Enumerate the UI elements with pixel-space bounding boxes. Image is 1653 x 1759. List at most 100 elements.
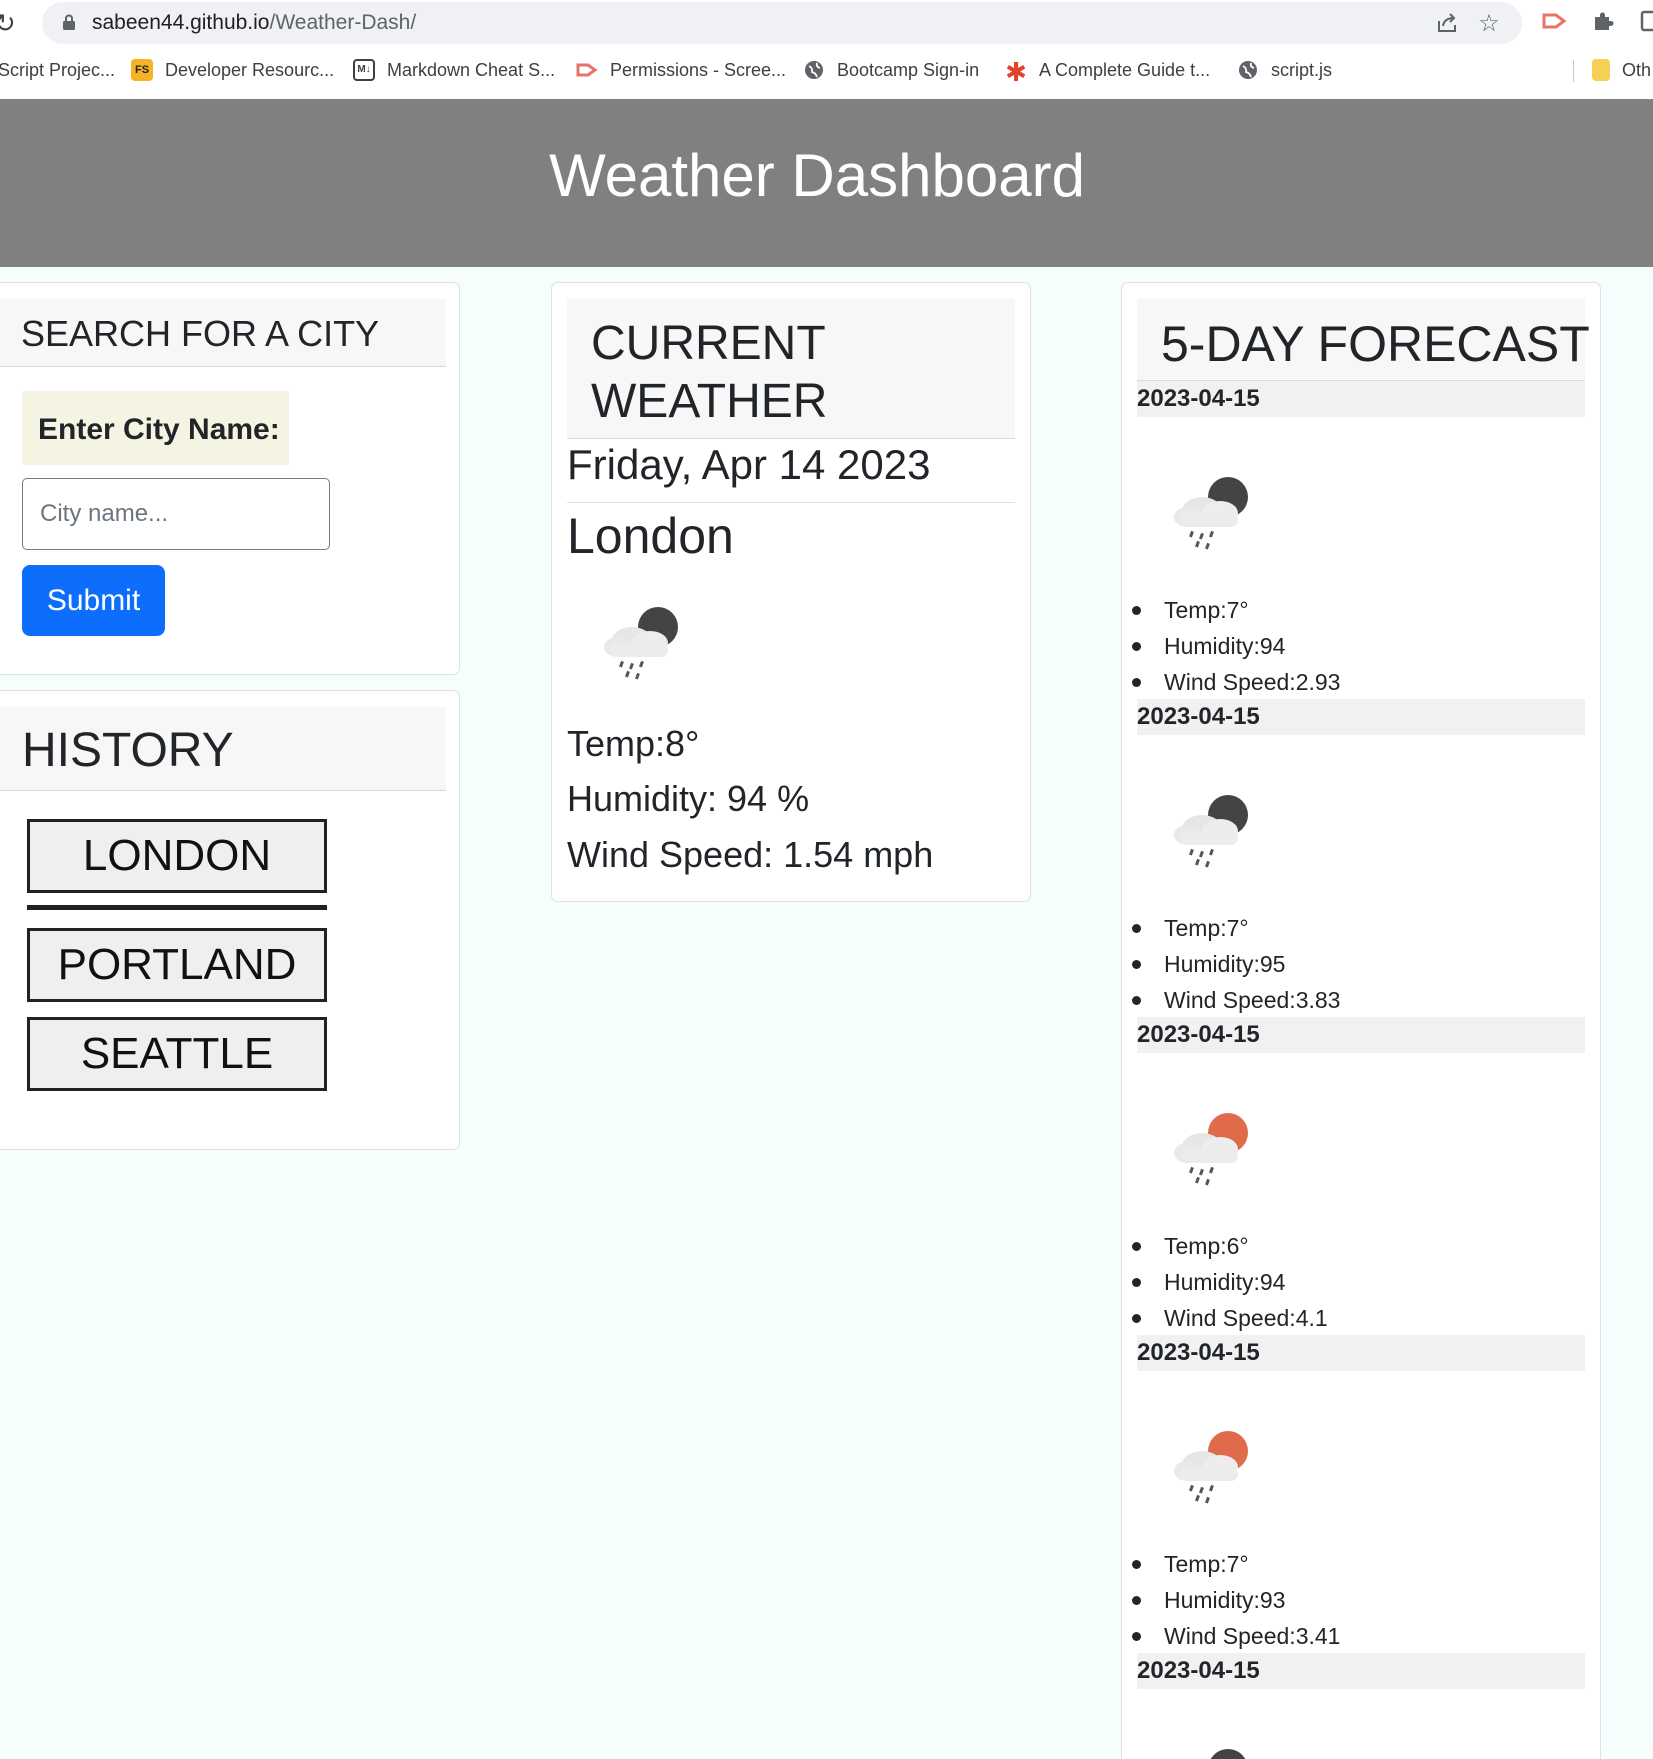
bookmark-label: A Complete Guide t...	[1039, 59, 1211, 80]
forecast-temp: Temp:7°	[1164, 1551, 1249, 1577]
current-date: Friday, Apr 14 2023	[567, 441, 931, 488]
page-title: Weather Dashboard	[549, 142, 1085, 209]
forecast-wind: Wind Speed:2.93	[1164, 669, 1341, 695]
bookmark-label: Bootcamp Sign-in	[837, 59, 980, 80]
list-item: Humidity:94	[1132, 1264, 1328, 1300]
fs-logo-icon: FS	[131, 59, 153, 81]
current-divider	[567, 502, 1015, 503]
bookmark-label: Markdown Cheat S...	[387, 59, 556, 80]
forecast-humidity: Humidity:94	[1164, 1269, 1286, 1295]
list-item: Wind Speed:2.93	[1132, 664, 1341, 700]
forecast-humidity: Humidity:93	[1164, 1587, 1286, 1613]
bookmark-label: Developer Resourc...	[165, 59, 335, 80]
history-card: HISTORY LONDON PORTLAND SEATTLE	[0, 690, 460, 1150]
rain-night-icon	[1174, 795, 1248, 868]
bookmark-label: Permissions - Scree...	[610, 59, 787, 80]
bookmark-item[interactable]: Bootcamp Sign-in	[803, 56, 979, 84]
list-item: Temp:7°	[1132, 910, 1340, 946]
browser-chrome: ↻ sabeen44.github.io/Weather-Dash/ ☆ Scr…	[0, 0, 1653, 99]
lock-icon[interactable]	[62, 14, 76, 30]
bookmark-item[interactable]: FS Developer Resourc...	[131, 56, 334, 84]
forecast-wind: Wind Speed:3.41	[1164, 1623, 1341, 1649]
bookmarks-bar: Script Projec... FS Developer Resourc...…	[0, 52, 1653, 88]
forecast-date: 2023-04-15	[1137, 1653, 1585, 1689]
forecast-date: 2023-04-15	[1137, 1335, 1585, 1371]
list-item: Humidity:94	[1132, 628, 1340, 664]
rain-day-icon	[1174, 1431, 1248, 1504]
rain-day-icon	[1174, 1113, 1248, 1186]
folder-icon	[1592, 59, 1610, 81]
url-host: sabeen44.github.io	[92, 11, 270, 34]
city-label: Enter City Name:	[38, 413, 280, 446]
current-weather-title: CURRENT WEATHER	[591, 317, 828, 428]
history-city-button[interactable]: PORTLAND	[27, 928, 327, 1002]
screencastify-extension-icon[interactable]	[1541, 9, 1569, 37]
bookmark-item[interactable]: script.js	[1237, 56, 1332, 84]
city-search-input[interactable]	[22, 478, 330, 550]
bookmark-item[interactable]: M↓ Markdown Cheat S...	[353, 56, 555, 84]
forecast-date: 2023-04-15	[1137, 1017, 1585, 1053]
url-text[interactable]: sabeen44.github.io/Weather-Dash/	[92, 11, 416, 35]
submit-button[interactable]: Submit	[22, 565, 165, 636]
forecast-wind: Wind Speed:4.1	[1164, 1305, 1328, 1331]
current-temp: Temp:8°	[567, 723, 700, 764]
history-divider	[27, 905, 327, 910]
globe-icon	[1237, 59, 1259, 81]
list-item: Temp:6°	[1132, 1228, 1328, 1264]
search-card: SEARCH FOR A CITY Enter City Name: Submi…	[0, 282, 460, 675]
forecast-stats-list: Temp:7° Humidity:95 Wind Speed:3.83	[1132, 910, 1341, 1018]
current-wind-speed: Wind Speed: 1.54 mph	[567, 834, 934, 875]
address-bar-row: ↻ sabeen44.github.io/Weather-Dash/ ☆	[0, 0, 1653, 48]
app-header: Weather Dashboard	[0, 99, 1653, 267]
bookmark-label: script.js	[1271, 59, 1333, 80]
bookmark-label: Script Projec...	[0, 59, 116, 80]
globe-icon	[803, 59, 825, 81]
forecast-temp: Temp:7°	[1164, 597, 1249, 623]
history-city-button[interactable]: LONDON	[27, 819, 327, 893]
forecast-date: 2023-04-15	[1137, 381, 1585, 417]
rain-night-icon	[604, 607, 678, 680]
list-item: Wind Speed:3.41	[1132, 1618, 1341, 1654]
bookmark-item[interactable]: Oth	[1592, 56, 1651, 84]
current-weather-card: CURRENT WEATHER Friday, Apr 14 2023 Lond…	[551, 282, 1031, 902]
omnibox[interactable]: sabeen44.github.io/Weather-Dash/ ☆	[42, 2, 1522, 44]
screencastify-icon	[576, 59, 598, 81]
weather-icon	[1210, 1749, 1246, 1759]
history-card-header: HISTORY	[0, 707, 446, 791]
current-weather-header: CURRENT WEATHER	[567, 299, 1015, 439]
forecast-temp: Temp:7°	[1164, 915, 1249, 941]
history-city-button[interactable]: SEATTLE	[27, 1017, 327, 1091]
list-item: Wind Speed:3.83	[1132, 982, 1341, 1018]
forecast-humidity: Humidity:95	[1164, 951, 1286, 977]
bookmark-label: Oth	[1622, 59, 1652, 80]
search-card-header: SEARCH FOR A CITY	[0, 299, 446, 367]
city-label-box: Enter City Name:	[22, 391, 289, 465]
forecast-humidity: Humidity:94	[1164, 633, 1286, 659]
bookmarks-divider	[1573, 60, 1574, 82]
bookmark-item[interactable]: ✱ A Complete Guide t...	[1005, 56, 1211, 87]
list-item: Wind Speed:4.1	[1132, 1300, 1328, 1336]
forecast-stats-list: Temp:6° Humidity:94 Wind Speed:4.1	[1132, 1228, 1328, 1336]
forecast-stats-list: Temp:7° Humidity:93 Wind Speed:3.41	[1132, 1546, 1341, 1654]
current-humidity: Humidity: 94 %	[567, 778, 810, 819]
list-item: Temp:7°	[1132, 592, 1340, 628]
extensions-puzzle-icon[interactable]	[1589, 9, 1617, 37]
share-icon[interactable]	[1434, 11, 1460, 37]
history-title: HISTORY	[22, 724, 234, 777]
bookmark-item[interactable]: Permissions - Scree...	[576, 56, 786, 84]
bookmark-item[interactable]: Script Projec...	[0, 56, 115, 84]
list-item: Humidity:93	[1132, 1582, 1340, 1618]
asterisk-icon: ✱	[1005, 57, 1027, 87]
star-icon[interactable]: ☆	[1476, 11, 1502, 37]
forecast-title: 5-DAY FORECAST	[1161, 316, 1590, 372]
side-panel-icon[interactable]	[1636, 9, 1653, 37]
search-title: SEARCH FOR A CITY	[21, 313, 380, 354]
forecast-wind: Wind Speed:3.83	[1164, 987, 1341, 1013]
reload-icon[interactable]: ↻	[0, 8, 20, 38]
url-path: /Weather-Dash/	[269, 11, 417, 34]
markdown-icon: M↓	[353, 59, 375, 81]
list-item: Temp:7°	[1132, 1546, 1340, 1582]
rain-night-icon	[1174, 477, 1248, 550]
list-item: Humidity:95	[1132, 946, 1340, 982]
forecast-header: 5-DAY FORECAST	[1137, 299, 1590, 381]
